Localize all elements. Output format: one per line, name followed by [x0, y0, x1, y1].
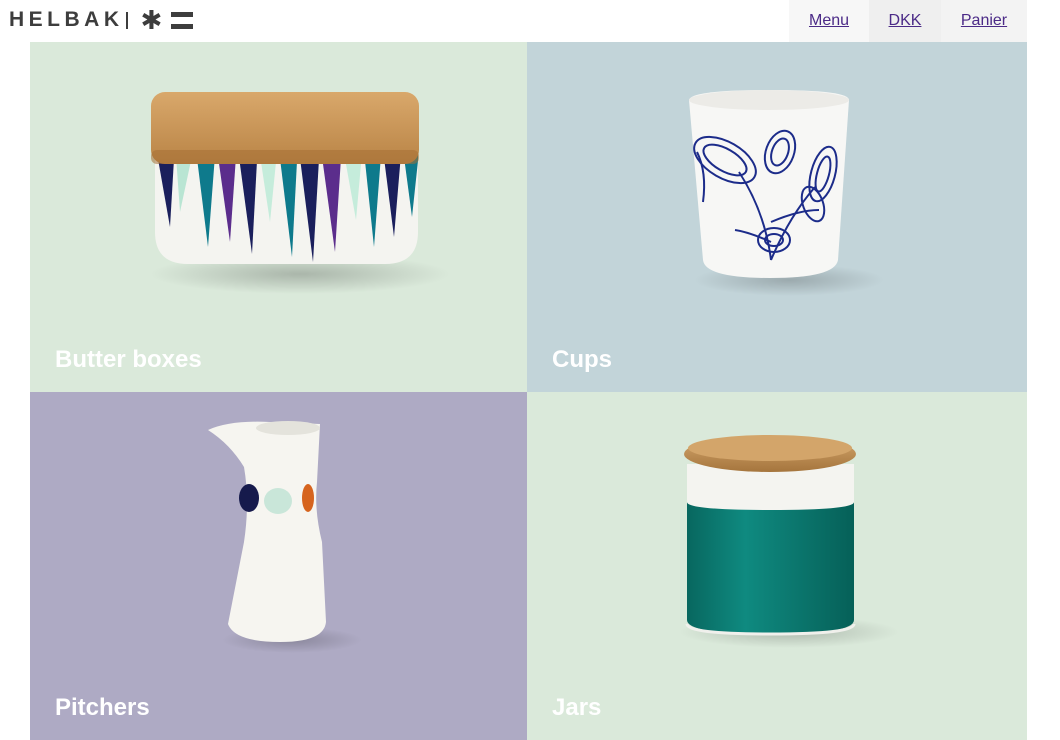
logo-divider [125, 11, 128, 29]
category-label: Pitchers [55, 694, 150, 721]
category-label: Cups [552, 346, 612, 373]
category-tile-butter-boxes[interactable]: Butter boxes [30, 42, 527, 392]
cart-link[interactable]: Panier [941, 0, 1027, 42]
asterisk-icon: ✱ [140, 5, 163, 35]
menu-link[interactable]: Menu [789, 0, 869, 42]
category-tile-pitchers[interactable]: Pitchers [30, 392, 527, 740]
category-grid: Butter boxes Cups Pitchers Jars [30, 42, 1027, 740]
cup-image [689, 90, 884, 296]
brand-logo[interactable]: HELBAK ✱ [9, 5, 194, 35]
header-nav: Menu DKK Panier [789, 0, 1027, 42]
logo-bars-icon [171, 11, 194, 29]
currency-link[interactable]: DKK [869, 0, 941, 42]
category-tile-cups[interactable]: Cups [527, 42, 1027, 392]
category-label: Jars [552, 694, 602, 721]
category-label: Butter boxes [55, 346, 202, 373]
butter-box-image [150, 92, 450, 294]
brand-name: HELBAK [9, 8, 124, 31]
pitcher-image [208, 421, 362, 653]
site-header: HELBAK ✱ Menu DKK Panier [0, 0, 1060, 42]
category-tile-jars[interactable]: Jars [527, 392, 1027, 740]
jar-image [679, 435, 899, 648]
